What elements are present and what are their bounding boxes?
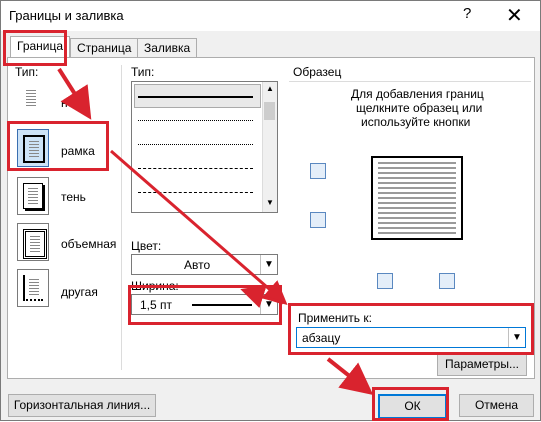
borders-dialog: Границы и заливка ? ✕ Граница Страница З… <box>0 0 541 421</box>
arrow-setting-to-apply <box>110 149 288 305</box>
annotation-arrows <box>57 67 374 395</box>
arrow-tab-to-setting <box>57 67 92 120</box>
arrow-apply-to-ok <box>326 357 374 395</box>
